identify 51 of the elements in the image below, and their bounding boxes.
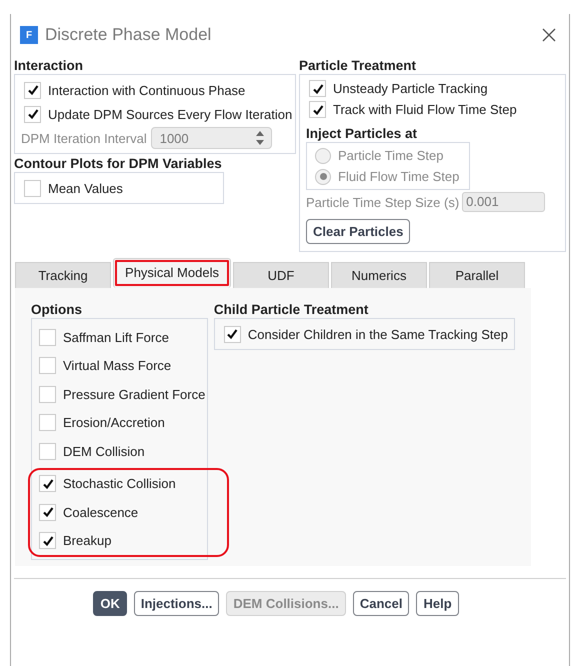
checkbox[interactable]	[24, 82, 41, 98]
checkbox[interactable]	[24, 106, 41, 122]
app-logo-icon: F	[20, 26, 38, 44]
group-title: Child Particle Treatment	[214, 302, 370, 317]
checkbox[interactable]	[39, 328, 56, 346]
checkbox-label: Track with Fluid Flow Time Step	[333, 102, 517, 117]
tab[interactable]: UDF	[233, 262, 329, 288]
checkbox-label: Consider Children in the Same Tracking Step	[248, 326, 508, 342]
checkbox[interactable]	[24, 180, 41, 196]
window-title: Discrete Phase Model	[45, 25, 212, 45]
radio-label: Fluid Flow Time Step	[338, 169, 460, 184]
checkbox-label: Erosion/Accretion	[63, 415, 165, 430]
checkbox-label: Pressure Gradient Force	[63, 386, 206, 402]
checkbox-label: Update DPM Sources Every Flow Iteration	[48, 106, 292, 122]
radio-label: Particle Time Step	[338, 148, 444, 163]
dialog-button[interactable]: Injections...	[134, 591, 220, 616]
checkbox[interactable]	[39, 504, 56, 521]
dialog-button[interactable]: OK	[93, 591, 127, 616]
checkbox-label: Stochastic Collision	[63, 476, 176, 492]
checkbox[interactable]	[39, 386, 56, 403]
group-title: Contour Plots for DPM Variables	[14, 156, 223, 171]
checkbox-label: Unsteady Particle Tracking	[333, 81, 488, 96]
checkbox-label: Breakup	[63, 533, 112, 548]
checkbox[interactable]	[39, 532, 56, 550]
checkbox-label: DEM Collision	[63, 444, 145, 459]
tab[interactable]: Parallel	[429, 262, 525, 288]
clear-particles-button[interactable]: Clear Particles	[306, 219, 410, 244]
checkbox[interactable]	[39, 475, 56, 492]
group-title: Inject Particles at	[306, 126, 418, 141]
checkbox-label: Mean Values	[48, 180, 123, 196]
group-title: Options	[31, 302, 83, 317]
checkbox[interactable]	[39, 414, 56, 432]
dialog-button[interactable]: Help	[416, 591, 459, 616]
tab[interactable]: Physical Models	[113, 258, 231, 288]
checkbox-label: Virtual Mass Force	[63, 358, 172, 374]
dialog-button[interactable]: Cancel	[352, 591, 410, 616]
group-title: Particle Treatment	[299, 58, 418, 73]
group-title: Interaction	[14, 58, 84, 73]
checkbox-label: Interaction with Continuous Phase	[48, 82, 246, 98]
checkbox[interactable]	[309, 80, 326, 97]
field-label: DPM Iteration Interval	[21, 130, 147, 146]
field-label: Particle Time Step Size (s)	[306, 194, 460, 210]
tab[interactable]: Tracking	[15, 262, 111, 288]
checkbox[interactable]	[39, 442, 56, 460]
checkbox-label: Coalescence	[63, 504, 138, 520]
checkbox[interactable]	[39, 357, 56, 374]
close-icon[interactable]	[542, 28, 556, 42]
checkbox[interactable]	[224, 326, 241, 342]
checkbox-label: Saffman Lift Force	[63, 330, 169, 345]
checkbox[interactable]	[309, 101, 326, 118]
tab[interactable]: Numerics	[331, 262, 427, 288]
